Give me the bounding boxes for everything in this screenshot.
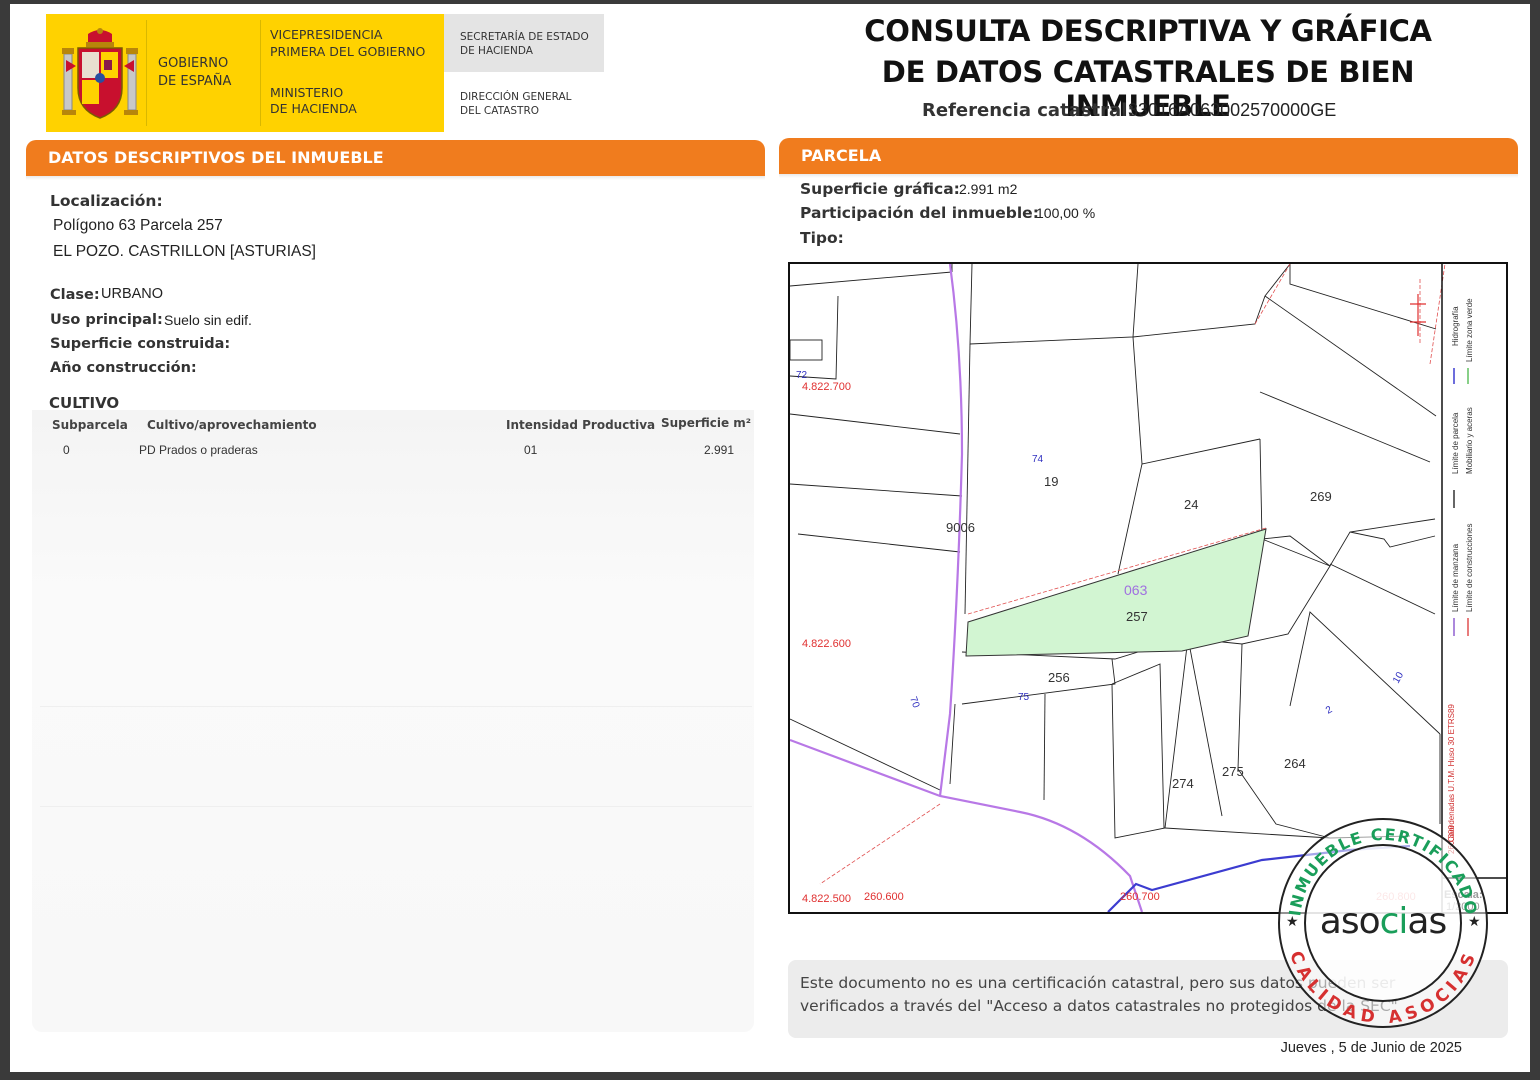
participacion-value: 100,00 % bbox=[1036, 205, 1096, 221]
star-icon: ★ bbox=[1468, 913, 1481, 929]
parcel-257 bbox=[965, 528, 1267, 657]
north-arrow-icon bbox=[1410, 294, 1426, 336]
cell-cultivo: PD Prados o praderas bbox=[139, 443, 258, 457]
legend-mobiliario: Mobiliario y aceras bbox=[1465, 407, 1474, 474]
th-subparcela: Subparcela bbox=[52, 418, 128, 432]
uso-label: Uso principal: bbox=[50, 312, 163, 328]
parcel-label-264: 264 bbox=[1284, 756, 1306, 771]
stamp-brand-a: aso bbox=[1320, 901, 1380, 942]
blue-label-75: 75 bbox=[1018, 692, 1030, 703]
participacion-label: Participación del inmueble: bbox=[800, 204, 1039, 222]
map-drawing: 257 19 24 269 256 274 275 264 9006 063 7… bbox=[790, 264, 1506, 912]
parcel-label-275: 275 bbox=[1222, 764, 1244, 779]
superficie-grafica-label: Superficie gráfica: bbox=[800, 180, 960, 198]
star-icon: ★ bbox=[1286, 913, 1299, 929]
descriptive-section-title: DATOS DESCRIPTIVOS DEL INMUEBLE bbox=[48, 148, 384, 167]
parcel-label-257: 257 bbox=[1126, 609, 1148, 624]
cultivo-panel bbox=[32, 410, 754, 1032]
dg-line-2: DEL CATASTRO bbox=[460, 105, 540, 117]
cell-superficie: 2.991 bbox=[704, 443, 735, 457]
th-intensidad: Intensidad Productiva bbox=[506, 418, 656, 432]
cultivo-title: CULTIVO bbox=[49, 394, 120, 412]
parcel-label-19: 19 bbox=[1044, 474, 1058, 489]
legend-parcela: Límite de parcela bbox=[1451, 412, 1460, 474]
superficie-grafica-value: 2.991 m2 bbox=[959, 181, 1018, 197]
gov-line-1: GOBIERNO bbox=[158, 56, 229, 71]
cell-intensidad: 01 bbox=[524, 443, 538, 457]
legend-construcciones: Límite de construcciones bbox=[1465, 524, 1474, 613]
vice-line-1: VICEPRESIDENCIA bbox=[270, 27, 383, 42]
location-line-1: Polígono 63 Parcela 257 bbox=[53, 217, 223, 234]
government-logo-block: GOBIERNO DE ESPAÑA VICEPRESIDENCIA PRIME… bbox=[46, 14, 444, 132]
divider bbox=[40, 806, 752, 807]
parcel-label-9006: 9006 bbox=[946, 520, 975, 535]
document-date: Jueves , 5 de Junio de 2025 bbox=[1280, 1040, 1462, 1056]
parcela-section-title: PARCELA bbox=[801, 146, 882, 165]
certification-stamp: INMUEBLE CERTIFICADO CALIDAD ASOCIAS aso… bbox=[1278, 818, 1488, 1028]
blue-label-10: 10 bbox=[1391, 670, 1406, 686]
blue-label-72: 72 bbox=[796, 370, 808, 381]
stamp-brand-c: as bbox=[1407, 901, 1446, 942]
th-superficie: Superficie m² bbox=[661, 416, 752, 430]
tipo-label: Tipo: bbox=[800, 229, 844, 247]
x-coord-600: 260.600 bbox=[864, 891, 904, 903]
anio-construccion-label: Año construcción: bbox=[50, 360, 197, 376]
y-coord-600: 4.822.600 bbox=[802, 638, 851, 650]
x-coord-700: 260.700 bbox=[1120, 891, 1160, 903]
ministry-line-2: DE HACIENDA bbox=[270, 101, 357, 116]
th-cultivo: Cultivo/aprovechamiento bbox=[147, 418, 317, 432]
divider bbox=[40, 706, 752, 707]
stamp-brand: asocias bbox=[1320, 901, 1446, 942]
legend-manzana: Límite de manzana bbox=[1451, 543, 1460, 612]
ref-label: Referencia catastral: bbox=[922, 100, 1135, 121]
blue-label-70: 70 bbox=[907, 695, 921, 710]
superficie-construida-label: Superficie construida: bbox=[50, 336, 231, 352]
parcel-label-24: 24 bbox=[1184, 497, 1198, 512]
descriptive-section-header: DATOS DESCRIPTIVOS DEL INMUEBLE bbox=[26, 140, 765, 176]
parcela-section-header: PARCELA bbox=[779, 138, 1518, 174]
legend-hidrografia: Hidrografía bbox=[1451, 306, 1460, 346]
parcel-label-256: 256 bbox=[1048, 670, 1070, 685]
poligono-label: 063 bbox=[1124, 582, 1148, 598]
blue-label-74: 74 bbox=[1032, 454, 1044, 465]
y-coord-500: 4.822.500 bbox=[802, 893, 851, 905]
vice-line-2: PRIMERA DEL GOBIERNO bbox=[270, 44, 426, 59]
sec-line-1: SECRETARÍA DE ESTADO bbox=[460, 31, 589, 43]
parcel-label-274: 274 bbox=[1172, 776, 1194, 791]
legend-zona-verde: Límite zona verde bbox=[1465, 298, 1474, 362]
location-label: Localización: bbox=[50, 192, 163, 210]
uso-value: Suelo sin edif. bbox=[164, 312, 252, 328]
blue-label-2: 2 bbox=[1324, 704, 1335, 717]
location-line-2: EL POZO. CASTRILLON [ASTURIAS] bbox=[53, 243, 316, 260]
page-title-line-1: CONSULTA DESCRIPTIVA Y GRÁFICA bbox=[864, 14, 1432, 48]
coat-of-arms-icon bbox=[62, 28, 138, 119]
stamp-brand-b: ci bbox=[1380, 901, 1408, 942]
parcel-label-269: 269 bbox=[1310, 489, 1332, 504]
dg-line-1: DIRECCIÓN GENERAL bbox=[460, 91, 572, 103]
secretaria-block: SECRETARÍA DE ESTADO DE HACIENDA bbox=[444, 14, 604, 72]
page: GOBIERNO DE ESPAÑA VICEPRESIDENCIA PRIME… bbox=[0, 0, 1540, 1080]
cell-subparcela: 0 bbox=[63, 443, 70, 457]
y-coord-700: 4.822.700 bbox=[802, 381, 851, 393]
ref-value: 33016A063002570000GE bbox=[1128, 100, 1337, 120]
ministry-line-1: MINISTERIO bbox=[270, 85, 344, 100]
clase-label: Clase: bbox=[50, 287, 100, 303]
sec-line-2: DE HACIENDA bbox=[460, 45, 533, 57]
clase-value: URBANO bbox=[101, 286, 164, 302]
gov-line-2: DE ESPAÑA bbox=[158, 74, 232, 89]
